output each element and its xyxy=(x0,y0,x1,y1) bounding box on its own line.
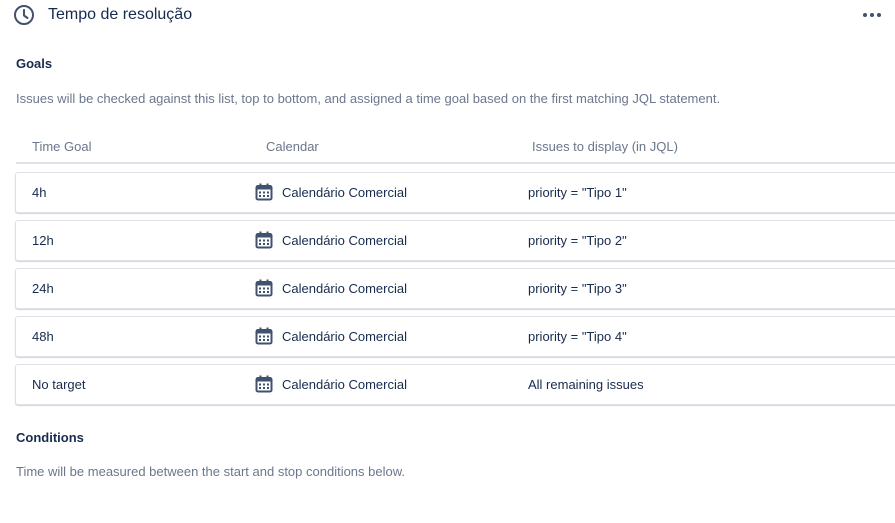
calendar-icon xyxy=(255,231,273,249)
goals-description: Issues will be checked against this list… xyxy=(16,91,721,106)
calendar-value: Calendário Comercial xyxy=(282,281,407,296)
conditions-heading: Conditions xyxy=(16,430,84,445)
conditions-description: Time will be measured between the start … xyxy=(16,464,406,479)
jql-value: priority = "Tipo 3" xyxy=(528,281,627,296)
calendar-value: Calendário Comercial xyxy=(282,233,407,248)
calendar-value: Calendário Comercial xyxy=(282,329,407,344)
calendar-icon xyxy=(255,183,273,201)
time-goal-value: 24h xyxy=(32,281,54,296)
goal-row[interactable]: 12h Calendário Comercial priority = "Tip… xyxy=(15,220,895,261)
clock-icon xyxy=(14,5,34,25)
calendar-value: Calendário Comercial xyxy=(282,377,407,392)
goal-row[interactable]: No target Calendário Comercial All remai… xyxy=(15,364,895,405)
more-actions-button[interactable] xyxy=(858,4,886,26)
jql-value: priority = "Tipo 2" xyxy=(528,233,627,248)
sla-settings-page: Tempo de resolução Goals Issues will be … xyxy=(0,0,895,523)
column-header-time-goal: Time Goal xyxy=(32,139,92,154)
time-goal-value: 48h xyxy=(32,329,54,344)
page-title: Tempo de resolução xyxy=(48,6,193,23)
calendar-icon xyxy=(255,375,273,393)
goals-table-header: Time Goal Calendar Issues to display (in… xyxy=(16,130,895,164)
time-goal-value: 12h xyxy=(32,233,54,248)
column-header-calendar: Calendar xyxy=(266,139,319,154)
jql-value: priority = "Tipo 1" xyxy=(528,185,627,200)
jql-value: priority = "Tipo 4" xyxy=(528,329,627,344)
goal-row[interactable]: 48h Calendário Comercial priority = "Tip… xyxy=(15,316,895,357)
calendar-icon xyxy=(255,279,273,297)
jql-value: All remaining issues xyxy=(528,377,644,392)
more-horizontal-icon xyxy=(863,13,881,17)
goals-heading: Goals xyxy=(16,56,53,71)
calendar-value: Calendário Comercial xyxy=(282,185,407,200)
calendar-icon xyxy=(255,327,273,345)
column-header-jql: Issues to display (in JQL) xyxy=(532,139,678,154)
time-goal-value: No target xyxy=(32,377,86,392)
page-header: Tempo de resolução xyxy=(0,0,895,32)
time-goal-value: 4h xyxy=(32,185,47,200)
goal-row[interactable]: 24h Calendário Comercial priority = "Tip… xyxy=(15,268,895,309)
goal-row[interactable]: 4h Calendário Comercial priority = "Tipo… xyxy=(15,172,895,213)
